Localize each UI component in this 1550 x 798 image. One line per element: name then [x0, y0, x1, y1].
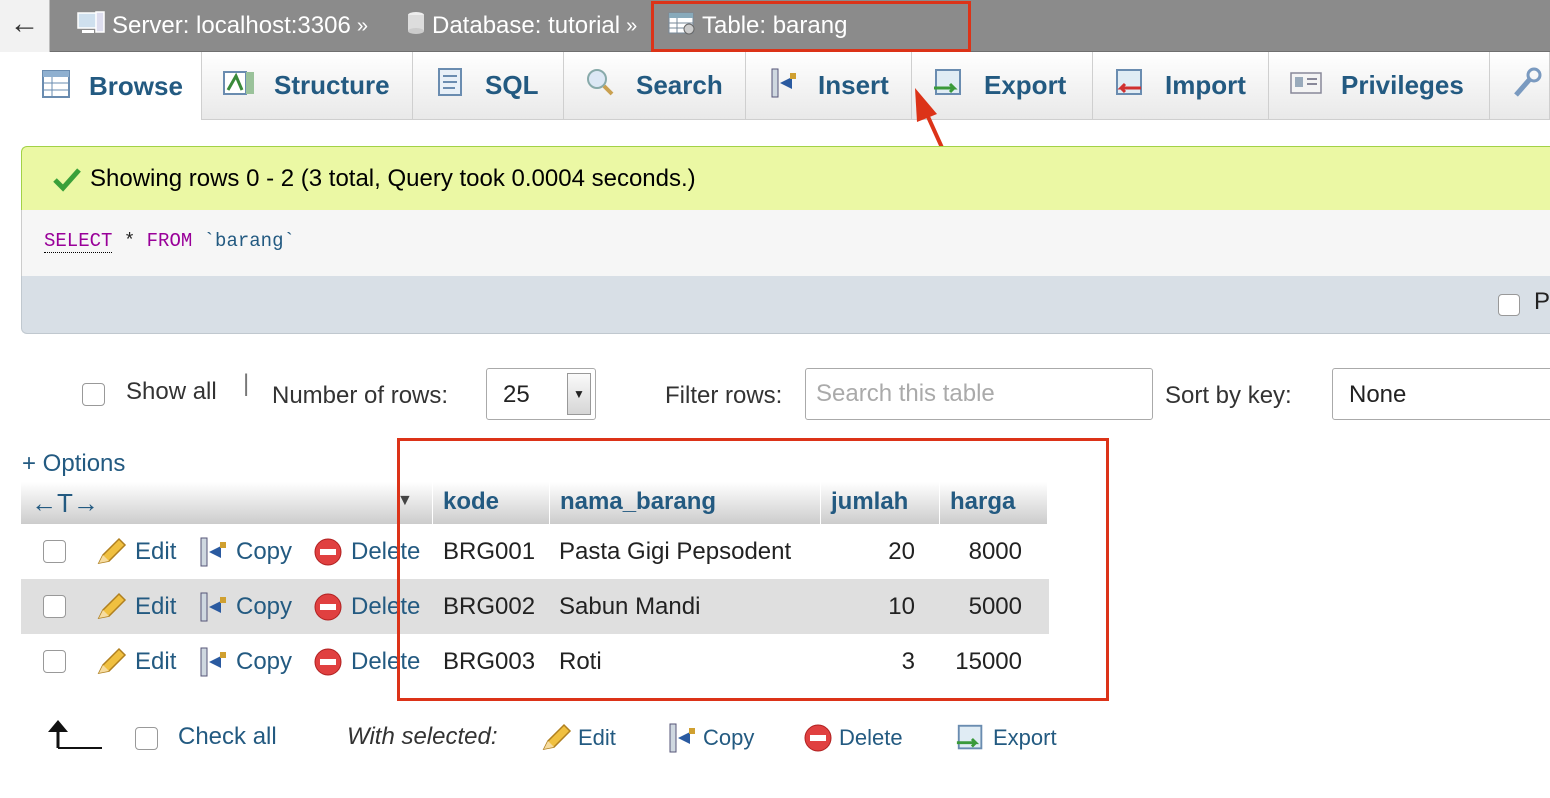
controls-divider: | — [243, 370, 250, 397]
copy-icon — [200, 647, 226, 676]
options-link[interactable]: + Options — [22, 450, 125, 478]
pencil-icon — [97, 592, 127, 619]
annotation-box-table-data — [397, 438, 1109, 701]
show-all-checkbox[interactable] — [82, 383, 105, 406]
profiling-checkbox[interactable] — [1498, 294, 1520, 316]
delete-icon — [314, 648, 342, 675]
sql-table-name: `barang` — [192, 230, 295, 252]
check-all-checkbox[interactable] — [135, 727, 158, 750]
breadcrumb-server[interactable]: Server: localhost:3306 » — [76, 8, 374, 44]
database-icon — [406, 10, 426, 43]
tab-privileges[interactable]: Privileges — [1269, 52, 1490, 120]
sql-icon — [433, 67, 467, 104]
tab-insert[interactable]: Insert — [746, 52, 912, 120]
import-icon — [1113, 68, 1147, 103]
column-arrows-header[interactable]: ←T→ ▼ — [21, 482, 433, 524]
export-icon — [956, 724, 983, 750]
sort-by-key-label: Sort by key: — [1165, 382, 1292, 409]
annotation-box-table-name — [651, 1, 971, 52]
check-all-link[interactable]: Check all — [178, 723, 277, 751]
row-edit-button[interactable]: Edit — [95, 634, 176, 689]
sql-query-box: SELECT * FROM `barang` — [21, 210, 1550, 276]
tab-bar: Browse Structure SQL Search Insert Expor… — [0, 52, 1550, 120]
pencil-icon — [542, 723, 572, 751]
bulk-export-button[interactable]: Export — [955, 720, 1057, 756]
row-checkbox[interactable] — [43, 650, 66, 673]
notice-text: Showing rows 0 - 2 (3 total, Query took … — [90, 164, 696, 192]
tab-operations[interactable] — [1490, 52, 1550, 120]
column-arrows: ←T→ — [31, 488, 99, 518]
checkmark-icon — [52, 166, 82, 192]
bulk-delete-button[interactable]: Delete — [803, 720, 903, 756]
tab-import[interactable]: Import — [1093, 52, 1269, 120]
row-copy-button[interactable]: Copy — [196, 524, 292, 579]
query-options-bar: P — [21, 276, 1550, 334]
pencil-icon — [97, 537, 127, 564]
row-copy-button[interactable]: Copy — [196, 579, 292, 634]
sql-star: * — [112, 230, 147, 252]
sort-by-key-select[interactable]: None — [1332, 368, 1550, 420]
copy-icon — [669, 723, 695, 753]
tab-search[interactable]: Search — [564, 52, 746, 120]
row-copy-button[interactable]: Copy — [196, 634, 292, 689]
structure-icon — [222, 68, 256, 103]
wrench-icon — [1510, 67, 1544, 104]
bulk-edit-button[interactable]: Edit — [540, 720, 616, 756]
copy-icon — [200, 592, 226, 621]
filter-rows-input[interactable] — [805, 368, 1153, 420]
row-checkbox[interactable] — [43, 595, 66, 618]
delete-icon — [314, 538, 342, 565]
number-of-rows-label: Number of rows: — [272, 382, 449, 409]
bulk-copy-button[interactable]: Copy — [665, 720, 754, 756]
check-all-arrow-icon — [48, 720, 102, 749]
search-icon — [584, 67, 618, 104]
server-icon — [76, 10, 106, 43]
sql-keyword-select[interactable]: SELECT — [44, 230, 113, 253]
dropdown-arrow-icon: ▼ — [567, 373, 591, 415]
tab-sql[interactable]: SQL — [413, 52, 564, 120]
number-of-rows-select[interactable]: 25 ▼ — [486, 368, 596, 420]
filter-rows-label: Filter rows: — [665, 382, 783, 409]
privileges-icon — [1289, 69, 1323, 102]
success-notice: Showing rows 0 - 2 (3 total, Query took … — [21, 146, 1550, 210]
show-all-label: Show all — [126, 378, 217, 405]
tab-browse[interactable]: Browse — [21, 52, 202, 120]
browse-icon — [41, 69, 71, 104]
sql-keyword-from: FROM — [146, 230, 193, 252]
with-selected-label: With selected: — [347, 723, 498, 750]
delete-icon — [804, 724, 832, 752]
row-edit-button[interactable]: Edit — [95, 579, 176, 634]
profiling-label: P — [1534, 288, 1550, 315]
delete-icon — [314, 593, 342, 620]
row-checkbox[interactable] — [43, 540, 66, 563]
insert-icon — [766, 67, 800, 104]
tab-structure[interactable]: Structure — [202, 52, 413, 120]
back-arrow-button[interactable]: ← — [0, 0, 50, 52]
pencil-icon — [97, 647, 127, 674]
copy-icon — [200, 537, 226, 566]
breadcrumb-database[interactable]: Database: tutorial » — [406, 8, 643, 44]
row-edit-button[interactable]: Edit — [95, 524, 176, 579]
